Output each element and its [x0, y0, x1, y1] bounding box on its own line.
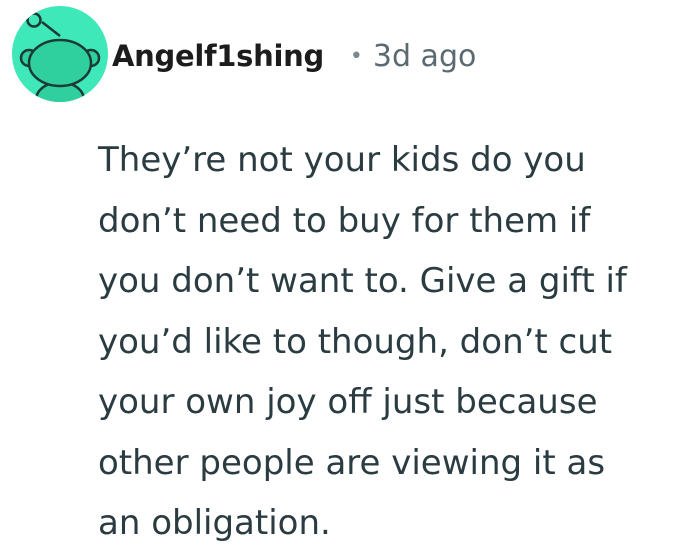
comment-meta: Angelf1shing • 3d ago	[112, 34, 476, 78]
user-avatar[interactable]	[12, 6, 108, 102]
comment-body-line: don’t need to buy for them if	[98, 200, 591, 241]
comment: Angelf1shing • 3d ago They’re not your k…	[0, 0, 700, 544]
comment-body-line: you don’t want to. Give a gift if	[98, 261, 627, 301]
comment-body-line: you’d like to though, don’t cut	[98, 321, 613, 362]
comment-timestamp[interactable]: 3d ago	[373, 39, 476, 74]
comment-body-line: an obligation.	[98, 503, 331, 543]
author-username[interactable]: Angelf1shing	[112, 39, 324, 73]
comment-body: They’re not your kids do you don’t need …	[98, 130, 698, 554]
comment-body-line: your own joy off just because	[98, 382, 598, 422]
meta-separator: •	[349, 43, 363, 69]
reddit-snoo-icon	[19, 12, 101, 102]
comment-body-line: They’re not your kids do you	[98, 140, 586, 180]
comment-body-line: other people are viewing it as	[98, 442, 606, 483]
